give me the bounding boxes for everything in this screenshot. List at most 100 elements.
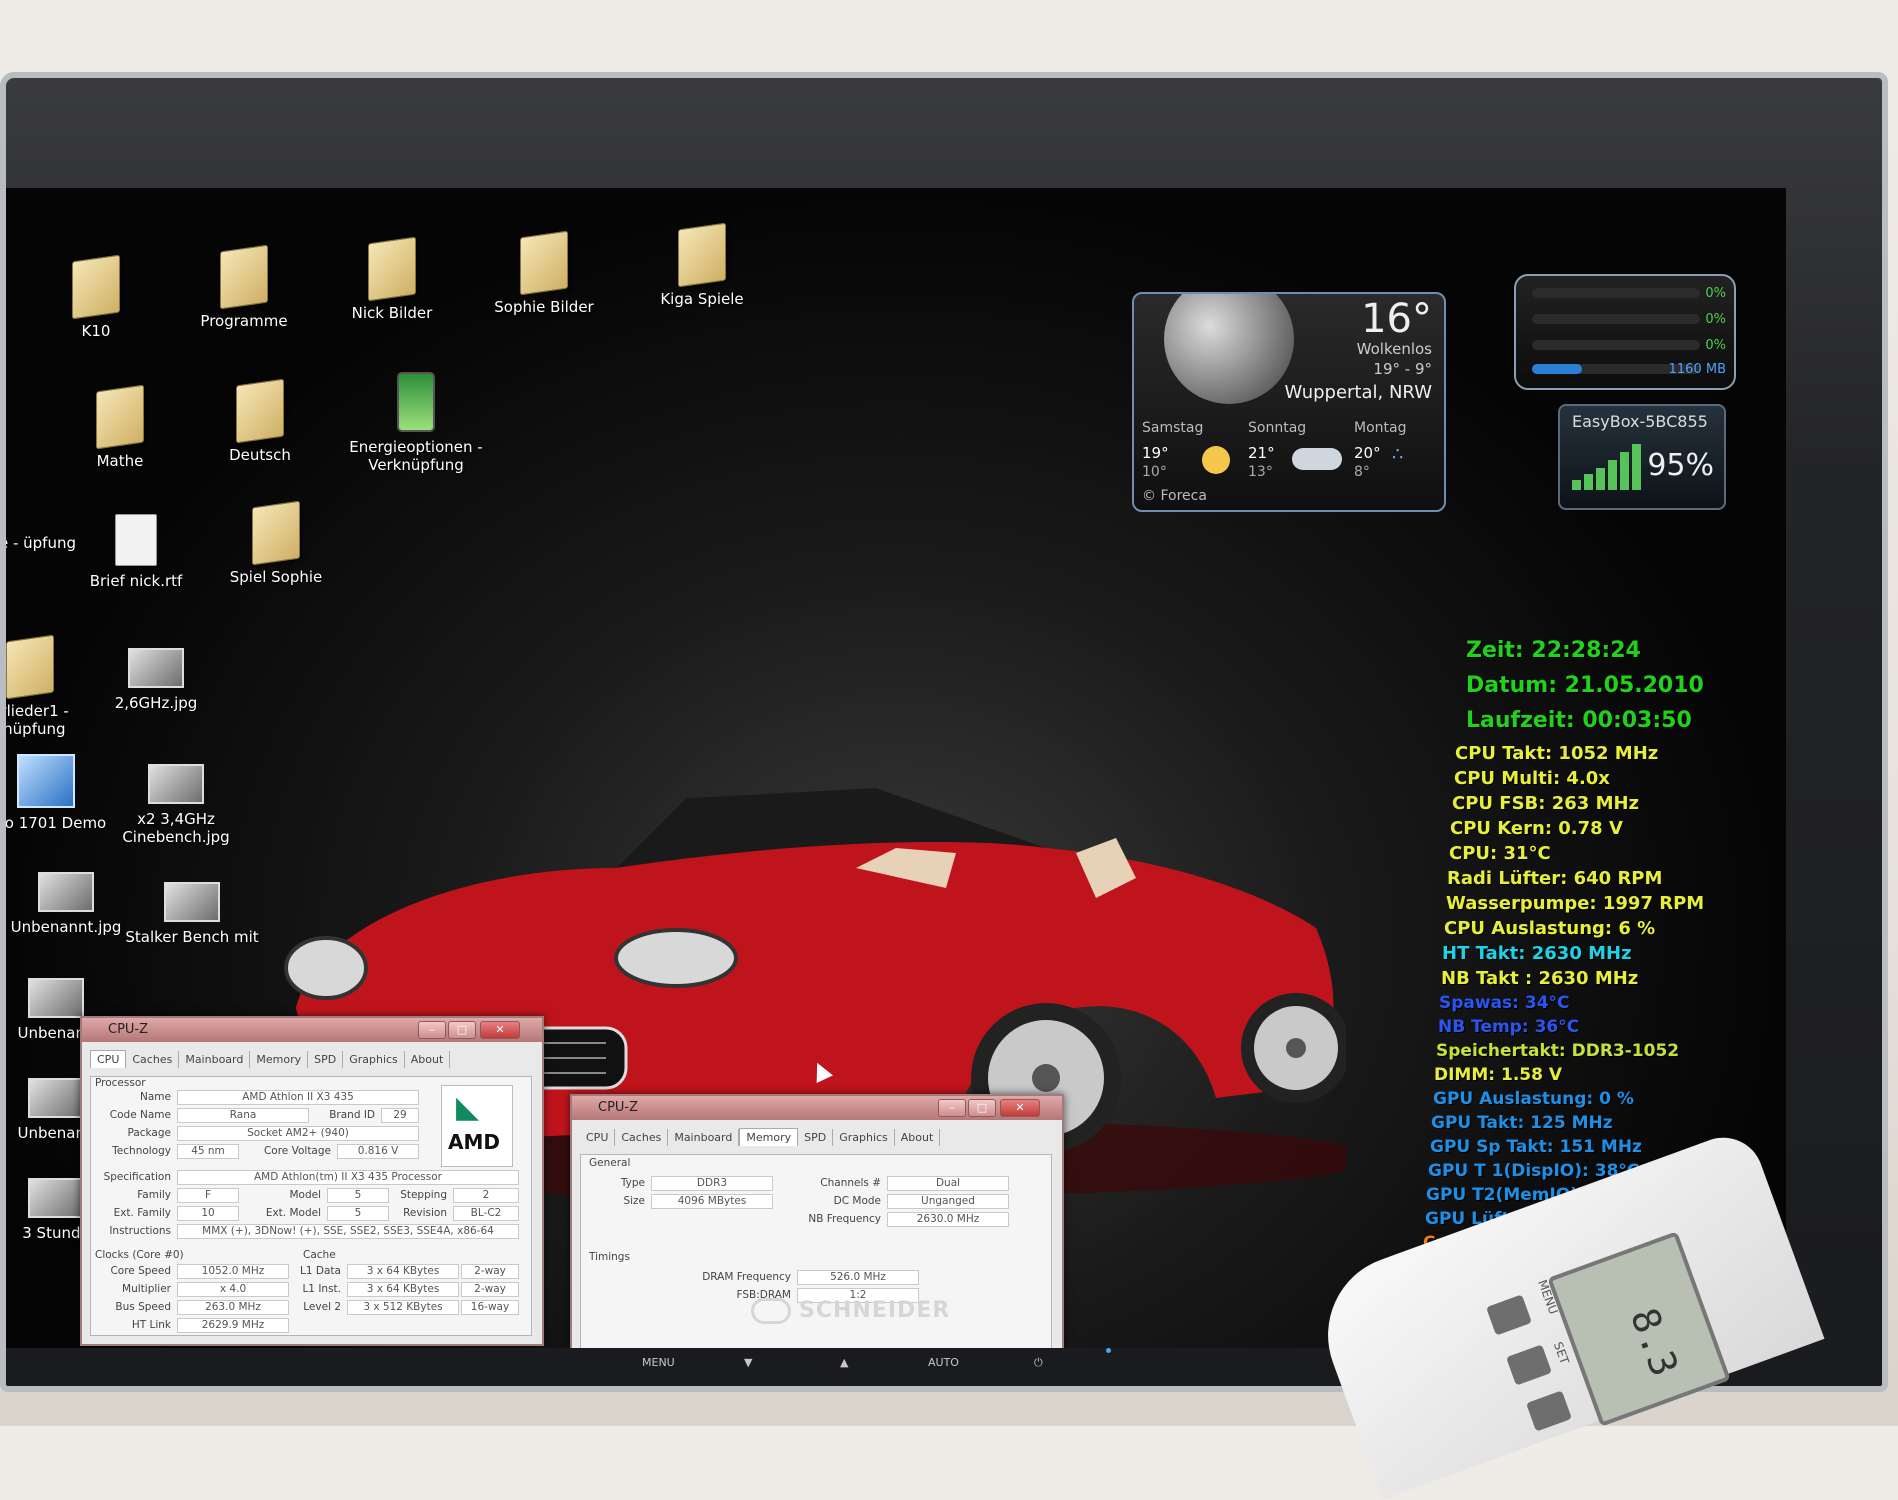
tab-about[interactable]: About	[895, 1129, 941, 1146]
cpu-tab-panel: Processor Name AMD Athlon II X3 435 Code…	[90, 1076, 532, 1336]
weather-credit[interactable]: © Foreca	[1142, 488, 1207, 504]
general-group-label: General	[589, 1157, 631, 1169]
close-button[interactable]: ✕	[480, 1021, 520, 1039]
name-label: Name	[140, 1091, 171, 1103]
folder-icon	[236, 378, 284, 444]
image-file-icon	[28, 978, 84, 1018]
cloud-icon	[1292, 448, 1342, 470]
title-bar[interactable]: CPU-Z – □ ✕	[572, 1096, 1062, 1120]
tab-mainboard[interactable]: Mainboard	[668, 1129, 740, 1146]
monitor-power-button[interactable]: ⏻	[1034, 1356, 1043, 1370]
desktop-icon-k10[interactable]: K10	[26, 254, 166, 340]
corespeed-label: Core Speed	[110, 1265, 171, 1277]
desktop-icon-stalker-bench[interactable]: Stalker Bench mit	[122, 882, 262, 946]
tab-spd[interactable]: SPD	[308, 1051, 344, 1068]
tab-spd[interactable]: SPD	[798, 1129, 834, 1146]
size-label: Size	[623, 1195, 645, 1207]
level2-way-value: 16-way	[461, 1300, 519, 1315]
htlink-label: HT Link	[131, 1319, 171, 1331]
title-bar[interactable]: CPU-Z – □ ✕	[82, 1018, 542, 1042]
forecast-low: 10°	[1142, 464, 1167, 480]
desktop-icon-unbenannt[interactable]: Unbenannt.jpg	[6, 872, 136, 936]
dcmode-label: DC Mode	[833, 1195, 881, 1207]
desktop-icon-energieoptionen[interactable]: Energieoptionen - Verknüpfung	[336, 372, 496, 474]
signal-bar	[1620, 452, 1629, 490]
revision-value: BL-C2	[453, 1206, 519, 1221]
stat-line: Wasserpumpe: 1997 RPM	[1446, 893, 1705, 914]
tab-caches[interactable]: Caches	[126, 1051, 180, 1068]
temperature-range: 19° - 9°	[1373, 360, 1432, 378]
maximize-button[interactable]: □	[448, 1021, 476, 1039]
tab-caches[interactable]: Caches	[615, 1129, 669, 1146]
desktop-icon-brief-nick[interactable]: Brief nick.rtf	[66, 514, 206, 590]
cache-group-label: Cache	[303, 1249, 336, 1261]
document-file-icon	[115, 514, 157, 566]
desktop-icon-spiel-sophie[interactable]: Spiel Sophie	[206, 500, 346, 586]
monitor-auto-button[interactable]: AUTO	[928, 1356, 959, 1369]
minimize-button[interactable]: –	[938, 1099, 966, 1117]
core-usage-bar	[1532, 288, 1700, 298]
family-label: Family	[137, 1189, 171, 1201]
core-usage-bar	[1532, 314, 1700, 324]
tab-about[interactable]: About	[405, 1051, 451, 1068]
l1data-value: 3 x 64 KBytes	[347, 1264, 459, 1279]
forecast-high: 21°	[1248, 444, 1275, 462]
signal-bar	[1632, 444, 1641, 490]
desktop-icon-cinebench[interactable]: x2 3,4GHz Cinebench.jpg	[106, 764, 246, 846]
amd-logo-text: AMD	[448, 1130, 500, 1154]
desktop-icon-kiga-spiele[interactable]: Kiga Spiele	[632, 222, 772, 308]
nbfreq-value: 2630.0 MHz	[887, 1212, 1009, 1227]
stat-line: Datum: 21.05.2010	[1466, 673, 1704, 698]
instructions-label: Instructions	[109, 1225, 171, 1237]
tab-memory[interactable]: Memory	[250, 1051, 309, 1068]
multiplier-value: x 4.0	[177, 1282, 289, 1297]
stat-line: DIMM: 1.58 V	[1434, 1065, 1563, 1085]
monitor-up-button[interactable]: ▲	[840, 1356, 848, 1369]
game-app-icon	[17, 754, 75, 808]
desktop-icon-programme[interactable]: Programme	[174, 244, 314, 330]
dramfreq-label: DRAM Frequency	[702, 1271, 791, 1283]
desktop-icon-sophie-bilder[interactable]: Sophie Bilder	[474, 230, 614, 316]
tab-graphics[interactable]: Graphics	[343, 1051, 405, 1068]
image-file-icon	[38, 872, 94, 912]
desktop-icon-2-6ghz[interactable]: 2,6GHz.jpg	[86, 648, 226, 712]
l1data-label: L1 Data	[300, 1265, 341, 1277]
forecast-day: Montag	[1354, 420, 1407, 436]
monitor-menu-button[interactable]: MENU	[642, 1356, 675, 1369]
amd-arrow-icon: ◣	[456, 1090, 480, 1125]
weather-gadget[interactable]: 16° Wolkenlos 19° - 9° Wuppertal, NRW Sa…	[1132, 292, 1446, 512]
memory-usage-value: 1160 MB	[1668, 362, 1726, 377]
package-value: Socket AM2+ (940)	[177, 1126, 419, 1141]
stat-line: Zeit: 22:28:24	[1466, 638, 1641, 663]
wifi-gadget[interactable]: EasyBox-5BC855 95%	[1558, 404, 1726, 510]
model-value: 5	[327, 1188, 389, 1203]
tab-memory[interactable]: Memory	[739, 1128, 799, 1146]
stat-line: CPU Kern: 0.78 V	[1450, 818, 1623, 839]
forecast-high: 19°	[1142, 444, 1169, 462]
stat-line: HT Takt: 2630 MHz	[1442, 943, 1632, 964]
cpu-meter-gadget[interactable]: 0% 0% 0% 1160 MB	[1514, 274, 1736, 390]
tab-cpu[interactable]: CPU	[90, 1050, 127, 1068]
maximize-button[interactable]: □	[968, 1099, 996, 1117]
window-title: CPU-Z	[598, 1100, 639, 1115]
forecast-day: Samstag	[1142, 420, 1204, 436]
memory-size-value: 4096 MBytes	[651, 1194, 773, 1209]
forecast-high: 20°	[1354, 444, 1381, 462]
nbfreq-label: NB Frequency	[808, 1213, 881, 1225]
signal-bar	[1608, 460, 1617, 490]
tab-cpu[interactable]: CPU	[580, 1129, 616, 1146]
desktop-icon-deutsch[interactable]: Deutsch	[190, 378, 330, 464]
minimize-button[interactable]: –	[418, 1021, 446, 1039]
desktop-icon-nick-bilder[interactable]: Nick Bilder	[322, 236, 462, 322]
cpuz-window-cpu[interactable]: CPU-Z – □ ✕ CPU Caches Mainboard Memory SPD G…	[80, 1016, 544, 1346]
monitor-down-button[interactable]: ▼	[744, 1356, 752, 1369]
tab-graphics[interactable]: Graphics	[833, 1129, 895, 1146]
corevoltage-label: Core Voltage	[263, 1145, 331, 1157]
extmodel-label: Ext. Model	[265, 1207, 321, 1219]
core-usage-value: 0%	[1705, 312, 1726, 327]
tab-mainboard[interactable]: Mainboard	[179, 1051, 251, 1068]
close-button[interactable]: ✕	[1000, 1099, 1040, 1117]
desktop-icon-anno-1701[interactable]: nno 1701 Demo	[6, 754, 116, 832]
desktop-icon-mathe[interactable]: Mathe	[50, 384, 190, 470]
processor-name-value: AMD Athlon II X3 435	[177, 1090, 419, 1105]
